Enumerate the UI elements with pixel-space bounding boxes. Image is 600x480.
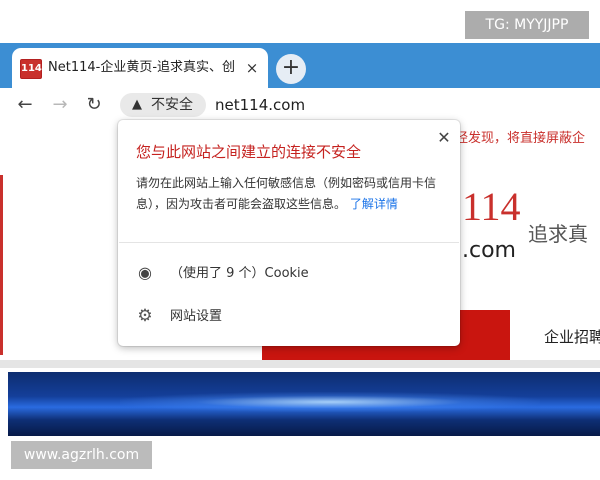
forward-button[interactable]: → [48, 93, 72, 117]
notice-text: 经发现，将直接屏蔽企 [455, 131, 586, 146]
popup-divider [119, 242, 459, 243]
popup-title: 您与此网站之间建立的连接不安全 [136, 143, 362, 161]
tab-title[interactable]: Net114-企业黄页-追求真实、创 [48, 58, 238, 78]
watermark-top: TG: MYYJJPP [465, 11, 589, 39]
warning-icon: ▲ [132, 97, 142, 112]
learn-more-link[interactable]: 了解详情 [350, 197, 398, 211]
tab-close-icon[interactable]: × [243, 58, 261, 78]
watermark-bottom: www.agzrlh.com [11, 441, 152, 469]
nav-item-recruit[interactable]: 企业招聘 [544, 322, 600, 352]
slogan-text: 追求真 [528, 222, 588, 246]
cookie-info-item[interactable]: （使用了 9 个）Cookie [170, 264, 370, 284]
new-tab-button[interactable]: + [276, 54, 306, 84]
back-button[interactable]: ← [13, 93, 37, 117]
security-label[interactable]: 不安全 [151, 95, 206, 115]
reload-button[interactable]: ↻ [82, 93, 106, 117]
address-bar[interactable]: net114.com [215, 94, 415, 116]
site-settings-item[interactable]: 网站设置 [170, 307, 270, 327]
logo-domain: .com [462, 238, 516, 263]
logo-number: 114 [462, 184, 521, 229]
close-icon[interactable]: ✕ [434, 128, 454, 148]
gear-icon: ⚙ [137, 306, 153, 326]
banner-glow [120, 392, 540, 412]
site-favicon-icon: 114 [20, 59, 42, 79]
cookie-icon: ◉ [138, 263, 152, 282]
page-left-accent [0, 175, 3, 355]
divider-strip [0, 360, 600, 368]
popup-body: 请勿在此网站上输入任何敏感信息（例如密码或信用卡信息），因为攻击者可能会盗取这些… [136, 173, 448, 217]
